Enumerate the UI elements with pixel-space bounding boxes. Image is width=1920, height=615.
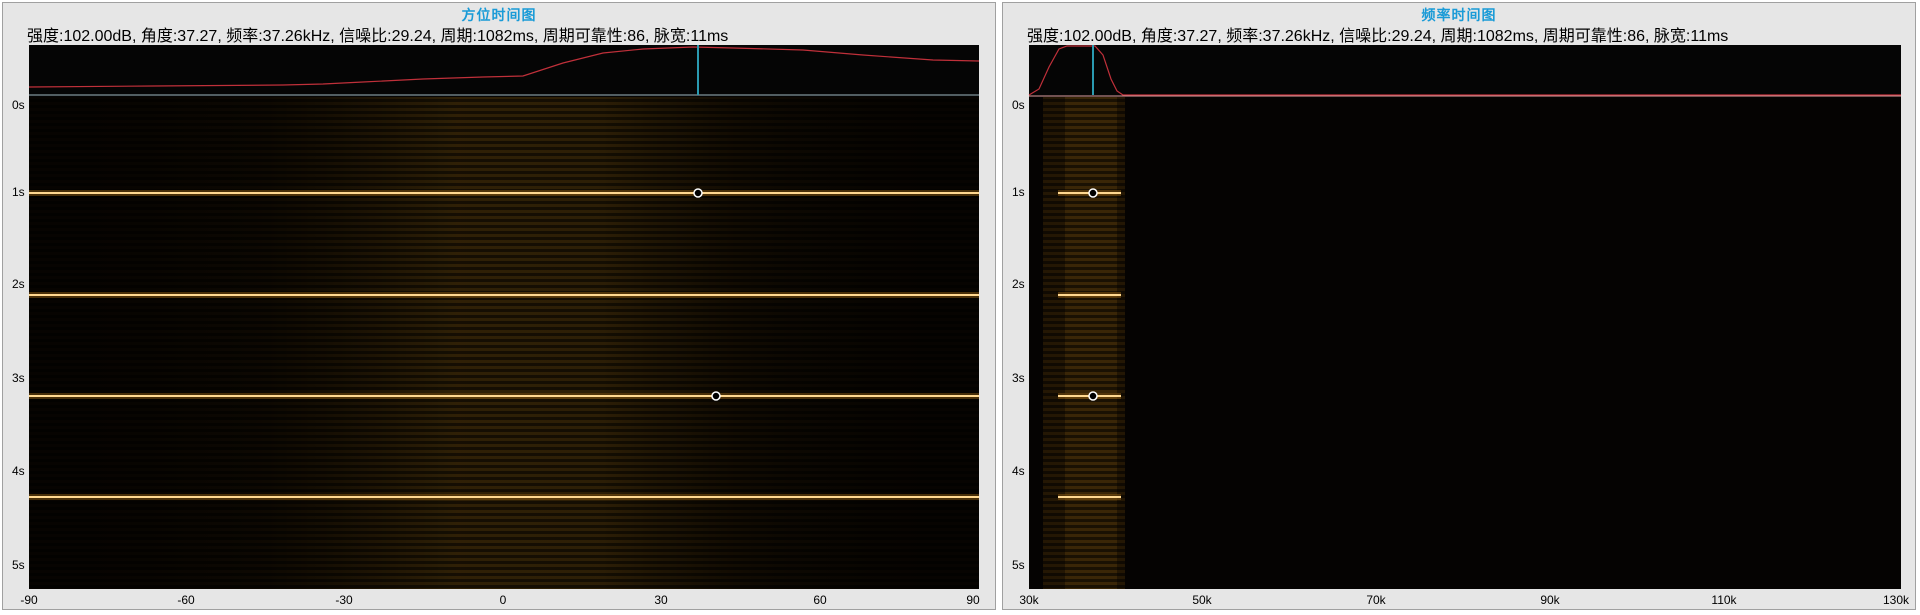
frequency-time-panel: 频率时间图 强度:102.00dB, 角度:37.27, 频率:37.26kHz… [1002,2,1916,610]
x-tick-label: 130k [1882,593,1910,607]
y-tick-label: 0s [1012,98,1025,112]
x-tick-label: 60 [813,593,827,607]
x-tick-label: 70k [1366,593,1386,607]
frequency-waterfall-area [1029,97,1901,589]
bearing-target-marker[interactable] [711,391,721,401]
x-tick-label: 50k [1192,593,1212,607]
bearing-target-marker[interactable] [693,188,703,198]
x-tick-label: -60 [177,593,195,607]
x-tick-label: 30 [654,593,668,607]
frequency-target-marker[interactable] [1088,391,1098,401]
y-tick-label: 1s [1012,185,1025,199]
x-tick-label: 90k [1540,593,1560,607]
y-tick-label: 4s [12,464,25,478]
x-tick-label: 90 [966,593,980,607]
bearing-time-plot[interactable] [3,3,997,611]
y-tick-label: 0s [12,98,25,112]
y-tick-label: 3s [1012,371,1025,385]
bearing-waterfall-scanlines [29,97,979,589]
x-tick-label: -30 [335,593,353,607]
y-tick-label: 2s [12,277,25,291]
y-tick-label: 3s [12,371,25,385]
y-tick-label: 5s [1012,558,1025,572]
frequency-target-marker[interactable] [1088,188,1098,198]
x-tick-label: -90 [20,593,38,607]
y-tick-label: 2s [1012,277,1025,291]
x-tick-label: 30k [1019,593,1039,607]
sonar-display-window: 方位时间图 强度:102.00dB, 角度:37.27, 频率:37.26kHz… [0,0,1920,615]
frequency-time-plot[interactable] [1003,3,1917,611]
frequency-profile-area [1029,45,1901,97]
frequency-band-scanlines [1043,97,1125,589]
y-tick-label: 5s [12,558,25,572]
bearing-time-panel: 方位时间图 强度:102.00dB, 角度:37.27, 频率:37.26kHz… [2,2,996,610]
y-tick-label: 1s [12,185,25,199]
x-tick-label: 0 [499,593,507,607]
x-tick-label: 110k [1711,593,1737,607]
y-tick-label: 4s [1012,464,1025,478]
